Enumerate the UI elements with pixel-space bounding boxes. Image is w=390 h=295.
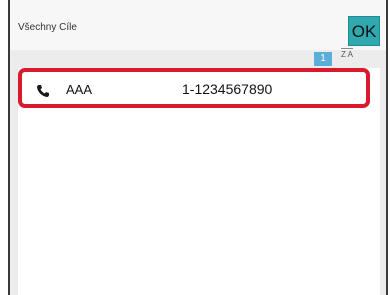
contact-name: AAA — [66, 82, 93, 97]
header-bar: Všechny Cíle — [10, 0, 386, 50]
sort-letters: Z A — [340, 50, 353, 59]
sort-alpha-icon[interactable]: Z A — [337, 48, 357, 68]
ok-button[interactable]: OK — [348, 16, 380, 46]
list-item[interactable]: AAA 1-1234567890 — [18, 68, 370, 108]
page-title: Všechny Cíle — [18, 22, 77, 33]
contact-number: 1-1234567890 — [182, 81, 273, 97]
page-number-indicator[interactable]: 1 — [314, 52, 332, 66]
phone-icon — [36, 84, 50, 98]
address-book-panel: Všechny Cíle 1 Z A AAA 1-1234567890 — [8, 0, 388, 295]
